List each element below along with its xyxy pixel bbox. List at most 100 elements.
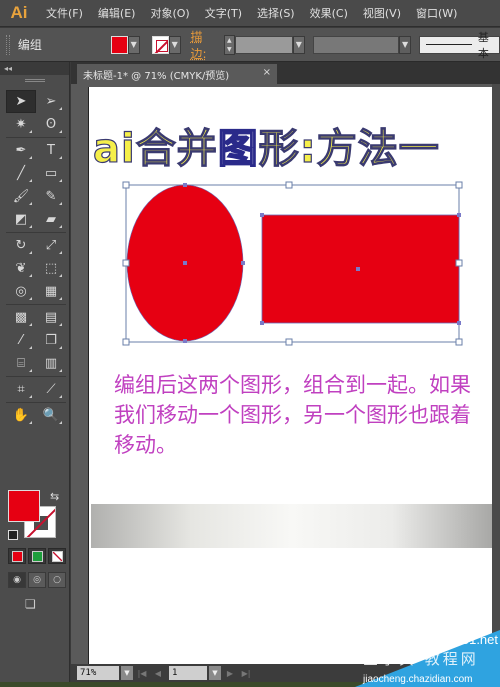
tool-row: ╱ ▭ — [6, 162, 66, 185]
fill-color-box[interactable] — [8, 490, 40, 522]
paintbrush-tool-icon[interactable]: 🖌 — [6, 185, 36, 208]
artboard-tool-icon[interactable]: ⌗ — [6, 378, 36, 401]
fill-dropdown-button[interactable]: ▼ — [127, 35, 140, 54]
selection-type-label: 编组 — [17, 38, 42, 52]
draw-normal-icon[interactable]: ◉ — [8, 572, 26, 588]
close-icon[interactable]: × — [263, 67, 271, 78]
rectangle-tool-icon[interactable]: ▭ — [36, 162, 66, 185]
watermark: jb51.net 查字典 教程网 jiaocheng.chazidian.com — [355, 630, 500, 687]
control-bar: 编组 ▼ ▼ 描边: ▲ ▼ ▼ ▼ 基本 — [0, 28, 500, 62]
stroke-weight-dropdown[interactable]: ▼ — [292, 35, 305, 54]
control-bar-grip[interactable] — [6, 34, 10, 55]
default-fill-stroke-icon[interactable] — [8, 530, 18, 540]
brush-stroke-preview — [425, 44, 472, 45]
stroke-panel-link[interactable]: 描边: — [191, 28, 218, 62]
menu-window[interactable]: 窗口(W) — [416, 5, 457, 21]
mesh-tool-icon[interactable]: ▩ — [6, 306, 36, 329]
fill-color-swatch[interactable] — [110, 35, 128, 54]
stroke-dropdown-button[interactable]: ▼ — [168, 35, 181, 54]
tool-row: ✷ ʘ — [6, 113, 66, 136]
color-mode-buttons — [8, 548, 66, 564]
magic-wand-tool-icon[interactable]: ✷ — [6, 113, 36, 136]
tool-row: ▩ ▤ — [6, 306, 66, 329]
artboard-number-input[interactable]: 1 — [169, 666, 207, 680]
draw-behind-icon[interactable]: ◎ — [28, 572, 46, 588]
menu-file[interactable]: 文件(F) — [46, 5, 83, 21]
warp-tool-icon[interactable]: ❦ — [6, 257, 36, 280]
heading-part: ai合并 — [92, 125, 218, 172]
profile-dropdown-button[interactable]: ▼ — [399, 35, 411, 54]
draw-inside-icon[interactable]: ○ — [48, 572, 66, 588]
heading-part: 形:方法一 — [258, 125, 440, 172]
zoom-dropdown-button[interactable]: ▼ — [121, 666, 133, 680]
lasso-tool-icon[interactable]: ʘ — [36, 113, 66, 136]
pen-tool-icon[interactable]: ✒ — [6, 139, 36, 162]
document-tab-bar: 未标题-1* @ 71% (CMYK/预览) × — [71, 62, 500, 84]
menu-object[interactable]: 对象(O) — [150, 5, 189, 21]
description-text-object[interactable]: 编组后这两个图形，组合到一起。如果我们移动一个图形，另一个图形也跟着移动。 — [114, 370, 484, 460]
none-mode-button[interactable] — [48, 548, 66, 564]
rectangle-shape[interactable] — [261, 214, 460, 324]
blend-tool-icon[interactable]: ❐ — [36, 329, 66, 352]
tools-collapse-button[interactable]: ◂◂ — [0, 62, 69, 75]
grouped-shapes[interactable] — [118, 178, 468, 348]
menu-select[interactable]: 选择(S) — [257, 5, 295, 21]
zoom-tool-icon[interactable]: 🔍 — [36, 404, 66, 427]
zoom-level-input[interactable]: 71% — [77, 666, 119, 680]
stroke-weight-stepper[interactable]: ▲ ▼ — [223, 34, 236, 55]
previous-artboard-button[interactable]: ◀ — [151, 669, 165, 678]
gradient-tool-icon[interactable]: ▤ — [36, 306, 66, 329]
eraser-tool-icon[interactable]: ▰ — [36, 208, 66, 231]
direct-selection-tool-icon[interactable]: ➢ — [36, 90, 66, 113]
swap-fill-stroke-icon[interactable]: ⇆ — [50, 490, 59, 503]
tool-row: ⌸ ▥ — [6, 352, 66, 375]
tool-grid: ➤ ➢ ✷ ʘ ✒ T ╱ ▭ 🖌 ✎ ◩ ▰ ↻ ⤢ ❦ ⬚ ◎ ▦ ▩ ▤ ⁄ ❐ ⌸ ▥ ⌗ ⟋ ✋ 🔍 — [6, 90, 66, 427]
tools-panel: ◂◂ ➤ ➢ ✷ ʘ ✒ T ╱ ▭ 🖌 ✎ ◩ ▰ ↻ ⤢ ❦ ⬚ ◎ ▦ ▩ ▤ ⁄ ❐ ⌸ ▥ ⌗ ⟋ ✋ 🔍 ⇆ ◉ ◎ ○ … — [0, 62, 70, 682]
document-tab[interactable]: 未标题-1* @ 71% (CMYK/预览) × — [77, 64, 277, 84]
slice-tool-icon[interactable]: ⟋ — [36, 378, 66, 401]
hand-tool-icon[interactable]: ✋ — [6, 404, 36, 427]
column-graph-tool-icon[interactable]: ▥ — [36, 352, 66, 375]
free-transform-tool-icon[interactable]: ⬚ — [36, 257, 66, 280]
tool-row: ✒ T — [6, 139, 66, 162]
first-artboard-button[interactable]: |◀ — [135, 669, 149, 678]
symbol-sprayer-tool-icon[interactable]: ⌸ — [6, 352, 36, 375]
tool-row: ❦ ⬚ — [6, 257, 66, 280]
watermark-url: jiaocheng.chazidian.com — [363, 674, 473, 685]
stroke-weight-input[interactable] — [235, 35, 293, 54]
line-segment-tool-icon[interactable]: ╱ — [6, 162, 36, 185]
heading-text-object[interactable]: ai合并图形:方法一 — [92, 116, 440, 174]
last-artboard-button[interactable]: ▶| — [239, 669, 253, 678]
type-tool-icon[interactable]: T — [36, 139, 66, 162]
pencil-tool-icon[interactable]: ✎ — [36, 185, 66, 208]
tools-panel-grip[interactable] — [24, 79, 45, 82]
gradient-mode-button[interactable] — [28, 548, 46, 564]
rotate-tool-icon[interactable]: ↻ — [6, 234, 36, 257]
eyedropper-tool-icon[interactable]: ⁄ — [6, 329, 36, 352]
chevron-down-icon: ▼ — [227, 45, 232, 53]
menu-view[interactable]: 视图(V) — [363, 5, 401, 21]
color-mode-button[interactable] — [8, 548, 26, 564]
tool-row: ➤ ➢ — [6, 90, 66, 113]
vertical-scrollbar[interactable] — [492, 84, 500, 664]
menu-edit[interactable]: 编辑(E) — [98, 5, 136, 21]
menu-bar: Ai 文件(F) 编辑(E) 对象(O) 文字(T) 选择(S) 效果(C) 视… — [0, 0, 500, 27]
menu-type[interactable]: 文字(T) — [205, 5, 242, 21]
artboard-dropdown-button[interactable]: ▼ — [209, 666, 221, 680]
brush-definition-select[interactable]: 基本 — [418, 31, 500, 60]
perspective-grid-tool-icon[interactable]: ▦ — [36, 280, 66, 303]
blob-brush-tool-icon[interactable]: ◩ — [6, 208, 36, 231]
next-artboard-button[interactable]: ▶ — [223, 669, 237, 678]
variable-width-profile-select[interactable] — [312, 35, 400, 54]
tool-row: ◎ ▦ — [6, 280, 66, 303]
menu-effect[interactable]: 效果(C) — [310, 5, 348, 21]
document-tab-title: 未标题-1* @ 71% (CMYK/预览) — [83, 70, 230, 82]
screen-mode-icon[interactable]: ❏ — [25, 597, 47, 613]
selection-tool-icon[interactable]: ➤ — [6, 90, 36, 113]
stroke-color-swatch[interactable] — [151, 35, 169, 54]
gradient-rectangle[interactable] — [91, 504, 492, 548]
tool-group-divider — [6, 376, 66, 377]
drawing-mode-buttons: ◉ ◎ ○ — [8, 572, 66, 588]
shape-builder-tool-icon[interactable]: ◎ — [6, 280, 36, 303]
scale-tool-icon[interactable]: ⤢ — [36, 234, 66, 257]
